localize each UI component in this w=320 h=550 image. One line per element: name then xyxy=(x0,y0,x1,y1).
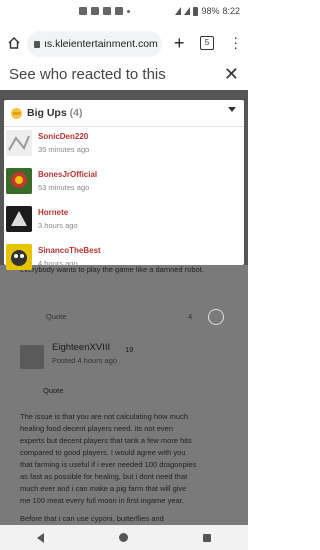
tab-switcher-button[interactable]: 5 xyxy=(200,36,214,50)
clock: 8:22 xyxy=(222,6,240,16)
page-content-dimmed: everybody wants to play the game like a … xyxy=(0,265,248,525)
notification-icon xyxy=(115,7,123,15)
recents-icon[interactable] xyxy=(202,533,211,542)
reaction-time: 4 hours ago xyxy=(38,259,78,268)
new-tab-icon[interactable]: + xyxy=(174,33,185,54)
avatar[interactable] xyxy=(6,130,32,156)
post-author[interactable]: EighteenXVIII xyxy=(52,342,110,353)
more-notifications-icon xyxy=(127,10,130,13)
battery-level: 98% xyxy=(201,6,220,16)
notification-icon xyxy=(79,7,87,15)
reaction-time: 35 minutes ago xyxy=(38,145,90,154)
quote-label: Quote xyxy=(43,386,64,395)
notification-icon xyxy=(103,7,111,15)
quote-link[interactable]: Quote xyxy=(46,312,66,321)
menu-kebab-icon[interactable]: · · · xyxy=(233,30,238,54)
body-line: me 100 meat every full moon in first ing… xyxy=(20,496,184,505)
reactor-row[interactable]: BonesJrOfficial 53 minutes ago xyxy=(4,166,244,201)
reactor-row[interactable]: SonicDen220 35 minutes ago xyxy=(4,128,244,163)
body-line: compared to good players. I would agree … xyxy=(20,448,186,457)
status-bar: 98% 8:22 xyxy=(0,0,248,24)
like-heart-icon[interactable] xyxy=(208,309,224,325)
reactor-row[interactable]: SinancoTheBest 4 hours ago xyxy=(4,242,244,277)
big-ups-icon xyxy=(11,107,22,119)
post-time: Posted 4 hours ago xyxy=(52,356,118,365)
address-bar[interactable]: ıs.kleientertainment.com xyxy=(27,31,162,57)
body-line: healing food decent players need. its no… xyxy=(20,424,174,433)
reactor-name[interactable]: BonesJrOfficial xyxy=(38,170,97,179)
body-line: as fast as possible for healing, but i d… xyxy=(20,472,188,481)
body-line: experts but decent players that tank a f… xyxy=(20,436,192,445)
close-icon[interactable]: ✕ xyxy=(224,64,239,85)
body-line: that farming is useful if i ever needed … xyxy=(20,460,197,469)
battery-icon xyxy=(193,6,199,16)
avatar[interactable] xyxy=(6,206,32,232)
lock-icon xyxy=(34,40,40,48)
notification-icon xyxy=(91,7,99,15)
signal-icon xyxy=(184,7,191,15)
url-text: ıs.kleientertainment.com xyxy=(44,38,158,50)
reaction-time: 53 minutes ago xyxy=(38,183,90,192)
reaction-badge[interactable]: 4 xyxy=(188,312,192,321)
reaction-time: 3 hours ago xyxy=(38,221,78,230)
back-icon[interactable] xyxy=(37,532,45,543)
avatar[interactable] xyxy=(6,244,32,270)
reactor-name[interactable]: SonicDen220 xyxy=(38,132,88,141)
home-button-icon[interactable] xyxy=(118,533,128,542)
status-right: 98% 8:22 xyxy=(175,6,240,16)
body-line: much ever and i can make a pig farm that… xyxy=(20,484,187,493)
body-line: Before that i can use cyponi, butterflie… xyxy=(20,514,164,523)
avatar[interactable] xyxy=(20,345,44,369)
reactor-name[interactable]: Hornete xyxy=(38,208,68,217)
system-nav-bar xyxy=(0,525,248,550)
avatar[interactable] xyxy=(6,168,32,194)
browser-toolbar: ıs.kleientertainment.com + 5 · · · xyxy=(0,28,248,60)
reaction-name: Big Ups xyxy=(27,107,67,119)
reactor-row[interactable]: Hornete 3 hours ago xyxy=(4,204,244,239)
body-line: The issue is that you are not calculatin… xyxy=(20,412,189,421)
wifi-icon xyxy=(175,7,182,15)
chevron-down-icon[interactable] xyxy=(228,107,236,112)
reaction-count: (4) xyxy=(69,107,83,119)
author-score: 19 xyxy=(125,345,134,354)
modal-title: See who reacted to this xyxy=(9,66,166,83)
reactor-name[interactable]: SinancoTheBest xyxy=(38,246,101,255)
notification-icons xyxy=(79,7,130,15)
home-icon[interactable] xyxy=(8,37,20,49)
reaction-filter[interactable]: Big Ups (4) xyxy=(4,100,244,127)
